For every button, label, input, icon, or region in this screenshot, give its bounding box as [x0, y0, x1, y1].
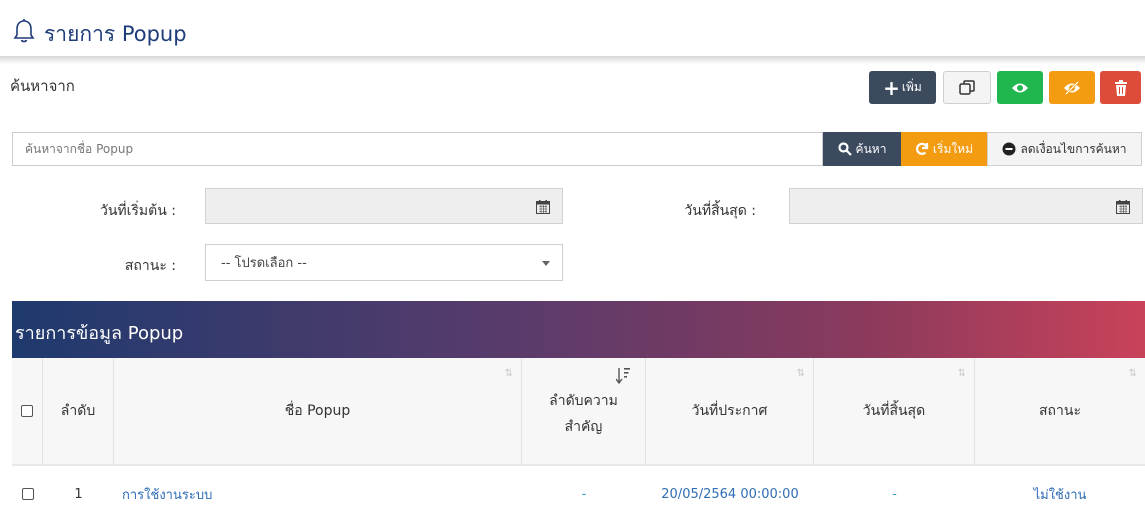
bell-icon: [13, 19, 35, 43]
search-button[interactable]: ค้นหา: [823, 132, 901, 166]
column-header-priority-label-line1: ลำดับความ: [549, 393, 618, 409]
sort-icon: ⇅: [504, 368, 513, 379]
row-status-link[interactable]: ไม่ใช้งาน: [1034, 484, 1087, 505]
column-header-name[interactable]: ⇅ ชื่อ Popup: [114, 358, 522, 464]
panel-header: รายการข้อมูล Popup: [12, 301, 1145, 358]
page-header: รายการ Popup: [0, 0, 1145, 58]
column-header-order[interactable]: ลำดับ: [43, 358, 114, 464]
row-announce-date-cell: 20/05/2564 00:00:00: [646, 466, 814, 522]
search-icon: [837, 142, 852, 156]
duplicate-button[interactable]: [943, 71, 991, 104]
row-select-cell: [12, 466, 43, 522]
trash-icon: [1114, 79, 1127, 96]
select-all-checkbox[interactable]: [21, 405, 33, 417]
column-header-order-label: ลำดับ: [60, 403, 96, 419]
search-input[interactable]: [12, 132, 823, 166]
start-date-field[interactable]: [205, 188, 563, 224]
row-name-link[interactable]: การใช้งานระบบ: [122, 484, 212, 505]
column-header-end-date[interactable]: ⇅ วันที่สิ้นสุด: [814, 358, 975, 464]
row-priority: -: [581, 486, 587, 502]
status-label: สถานะ :: [124, 258, 176, 274]
column-header-priority[interactable]: ลำดับความ สำคัญ: [522, 358, 646, 464]
reset-button[interactable]: เริ่มใหม่: [901, 132, 987, 166]
end-date-field[interactable]: [789, 188, 1143, 224]
row-end-date: -: [892, 486, 897, 502]
sort-icon: ⇅: [1128, 368, 1137, 379]
table-header: ลำดับ ⇅ ชื่อ Popup ลำดับความ สำคัญ ⇅ วัน…: [12, 358, 1145, 466]
column-header-announce-date-label: วันที่ประกาศ: [691, 403, 768, 419]
row-checkbox[interactable]: [21, 488, 34, 500]
hide-button[interactable]: [1049, 71, 1095, 104]
table-row: 1 การใช้งานระบบ - 20/05/2564 00:00:00 - …: [12, 466, 1145, 522]
column-header-announce-date[interactable]: ⇅ วันที่ประกาศ: [646, 358, 814, 464]
sort-desc-icon: [616, 368, 630, 385]
row-order: 1: [74, 486, 83, 502]
less-filter-label: ลดเงื่อนไขการค้นหา: [1020, 141, 1127, 156]
refresh-icon: [915, 142, 929, 155]
row-priority-cell: -: [522, 466, 646, 522]
reset-button-label: เริ่มใหม่: [932, 141, 974, 156]
column-header-status[interactable]: ⇅ สถานะ: [975, 358, 1145, 464]
add-button[interactable]: + เพิ่ม: [869, 71, 936, 104]
minus-circle-icon: [1002, 142, 1016, 156]
column-header-end-date-label: วันที่สิ้นสุด: [862, 403, 926, 419]
add-button-label: เพิ่ม: [901, 80, 922, 94]
row-announce-date: 20/05/2564 00:00:00: [661, 486, 799, 502]
sort-icon: ⇅: [796, 368, 805, 379]
row-name-cell: การใช้งานระบบ: [114, 466, 522, 522]
calendar-icon: [536, 200, 550, 214]
row-order-cell: 1: [43, 466, 114, 522]
calendar-icon: [1116, 200, 1130, 214]
delete-button[interactable]: [1100, 71, 1141, 104]
header-divider: [0, 56, 1145, 64]
less-filter-button[interactable]: ลดเงื่อนไขการค้นหา: [987, 132, 1142, 166]
status-select-value: -- โปรดเลือก --: [221, 256, 307, 271]
row-end-date-cell: -: [814, 466, 975, 522]
page-title: รายการ Popup: [44, 22, 187, 46]
column-header-priority-label-line2: สำคัญ: [564, 419, 603, 435]
chevron-down-icon: [542, 261, 550, 266]
search-button-label: ค้นหา: [855, 141, 887, 156]
duplicate-icon: [959, 79, 975, 95]
show-button[interactable]: [997, 71, 1043, 104]
plus-icon: +: [883, 75, 900, 100]
column-header-status-label: สถานะ: [1039, 403, 1081, 419]
status-select[interactable]: -- โปรดเลือก --: [205, 244, 563, 281]
column-header-name-label: ชื่อ Popup: [284, 403, 351, 419]
sort-icon: ⇅: [957, 368, 966, 379]
row-status-cell: ไม่ใช้งาน: [975, 466, 1145, 522]
eye-icon: [1012, 83, 1028, 92]
eye-slash-icon: [1064, 80, 1080, 95]
panel-title: รายการข้อมูล Popup: [15, 323, 184, 344]
header-select-all-cell: [12, 358, 43, 464]
end-date-label: วันที่สิ้นสุด :: [684, 203, 756, 219]
search-from-label: ค้นหาจาก: [10, 77, 75, 95]
start-date-label: วันที่เริ่มต้น :: [99, 203, 176, 219]
